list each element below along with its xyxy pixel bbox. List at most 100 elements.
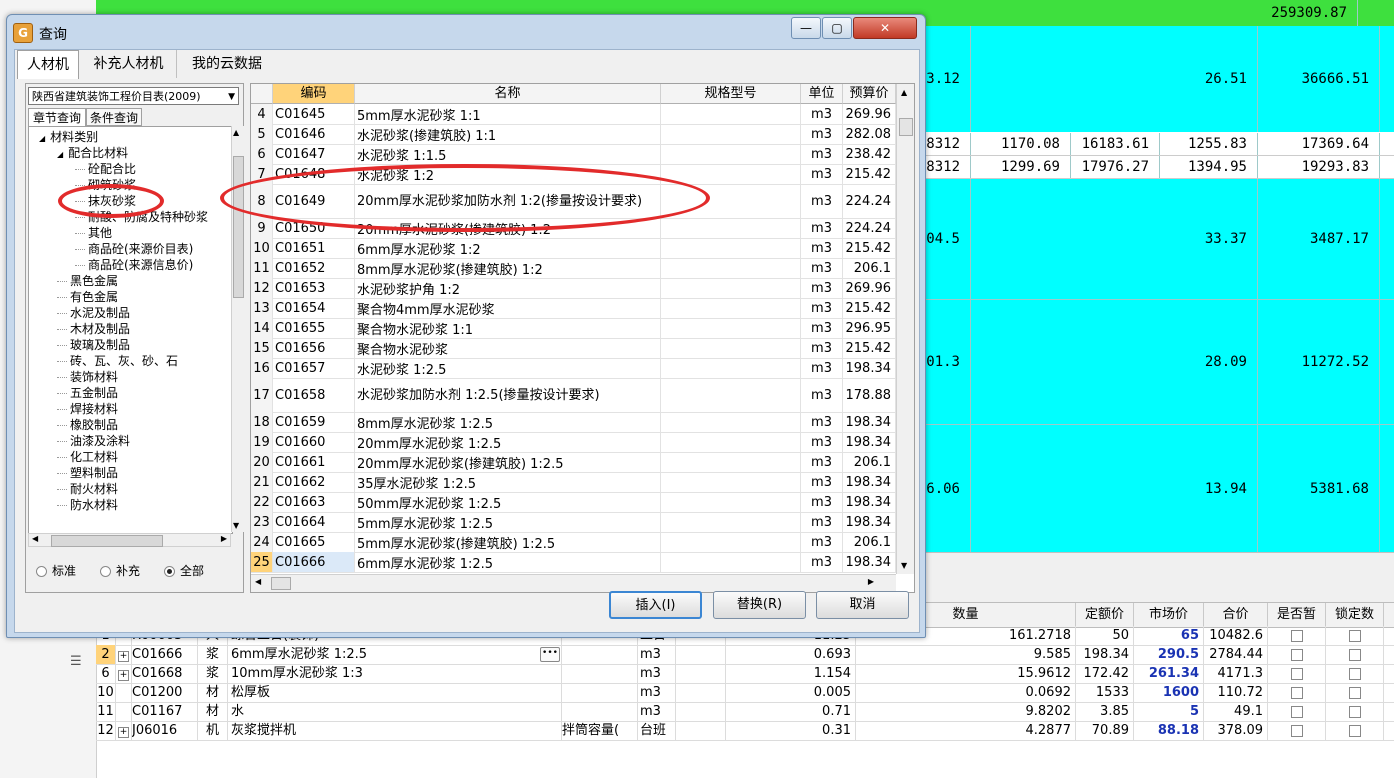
grid-horizontal-scrollbar[interactable]: ◀ ▶ [251, 574, 896, 592]
tree-node[interactable]: 砼配合比 [75, 161, 136, 177]
scroll-thumb[interactable] [271, 577, 291, 590]
replace-button[interactable]: 替换(R) [713, 591, 806, 619]
grid-row[interactable]: 11 C01652 8mm厚水泥砂浆(掺建筑胶) 1:2 m3 206.1 [251, 258, 914, 279]
grid-row[interactable]: 4 C01645 5mm厚水泥砂浆 1:1 m3 269.96 [251, 104, 914, 125]
more-options-button[interactable]: ••• [540, 647, 560, 662]
expand-icon[interactable] [116, 683, 132, 702]
col-total[interactable]: 合价 [1204, 603, 1268, 627]
radio-supplement[interactable]: 补充 [100, 562, 140, 579]
is-temp-checkbox[interactable] [1268, 645, 1326, 664]
grid-row[interactable]: 24 C01665 5mm厚水泥砂浆(掺建筑胶) 1:2.5 m3 206.1 [251, 532, 914, 553]
tree-node[interactable]: 橡胶制品 [57, 417, 118, 433]
grid-row[interactable]: 12 C01653 水泥砂浆护角 1:2 m3 269.96 [251, 278, 914, 299]
insert-button[interactable]: 插入(I) [609, 591, 702, 619]
col-unit-header[interactable]: 单位 [801, 84, 843, 104]
tree-node[interactable]: 砌筑砂浆 [75, 177, 136, 193]
col-code-header[interactable]: 编码 [273, 84, 355, 104]
tree-node[interactable]: ◢ 配合比材料 [57, 145, 128, 161]
tree-node[interactable]: 砖、瓦、灰、砂、石 [57, 353, 178, 369]
minimize-button[interactable]: — [791, 17, 821, 39]
cancel-button[interactable]: 取消 [816, 591, 909, 619]
tree-node[interactable]: ◢ 材料类别 [39, 129, 98, 145]
library-select[interactable]: 陕西省建筑装饰工程价目表(2009) ▼ [28, 87, 239, 105]
table-row[interactable]: 6 + C01668 浆 10mm厚水泥砂浆 1:3 m3 1.154 15.9612 172.… [96, 664, 1394, 684]
scroll-thumb[interactable] [51, 535, 163, 547]
grid-row[interactable]: 18 C01659 8mm厚水泥砂浆 1:2.5 m3 198.34 [251, 412, 914, 433]
expand-icon[interactable]: + [116, 721, 132, 740]
maximize-button[interactable]: ▢ [822, 17, 852, 39]
tree-vertical-scrollbar[interactable]: ▲ ▼ [231, 126, 244, 532]
tree-node[interactable]: 装饰材料 [57, 369, 118, 385]
scroll-down-icon[interactable]: ▼ [901, 561, 907, 570]
grid-row[interactable]: 23 C01664 5mm厚水泥砂浆 1:2.5 m3 198.34 [251, 512, 914, 533]
is-temp-checkbox[interactable] [1268, 664, 1326, 683]
tree-node[interactable]: 五金制品 [57, 385, 118, 401]
tree-node[interactable]: 木材及制品 [57, 321, 130, 337]
is-temp-checkbox[interactable] [1268, 626, 1326, 645]
tree-node[interactable]: 油漆及涂料 [57, 433, 130, 449]
tree-node[interactable]: 商品砼(来源信息价) [75, 257, 193, 273]
table-row[interactable]: 10 C01200 材松厚板 m3 0.005 0.0692 1533 1600 110.72 [96, 683, 1394, 703]
grid-row[interactable]: 20 C01661 20mm厚水泥砂浆(掺建筑胶) 1:2.5 m3 206.1 [251, 452, 914, 473]
tree-node[interactable]: 塑料制品 [57, 465, 118, 481]
tree-node[interactable]: 水泥及制品 [57, 305, 130, 321]
grid-row[interactable]: 22 C01663 50mm厚水泥砂浆 1:2.5 m3 198.34 [251, 492, 914, 513]
tree-horizontal-scrollbar[interactable]: ◀ ▶ [28, 533, 231, 547]
locked-checkbox[interactable] [1326, 702, 1384, 721]
scroll-thumb[interactable] [899, 118, 913, 136]
grid-row[interactable]: 13 C01654 聚合物4mm厚水泥砂浆 m3 215.42 [251, 298, 914, 319]
expand-icon[interactable]: + [116, 645, 132, 664]
expand-icon[interactable]: + [116, 664, 132, 683]
scroll-up-icon[interactable]: ▲ [901, 88, 907, 97]
locked-checkbox[interactable] [1326, 626, 1384, 645]
grid-row[interactable]: 6 C01647 水泥砂浆 1:1.5 m3 238.42 [251, 144, 914, 165]
grid-row[interactable]: 15 C01656 聚合物水泥砂浆 m3 215.42 [251, 338, 914, 359]
is-temp-checkbox[interactable] [1268, 683, 1326, 702]
tree-node[interactable]: 耐火材料 [57, 481, 118, 497]
tree-node[interactable]: 有色金属 [57, 289, 118, 305]
tree-node[interactable]: 抹灰砂浆 [75, 193, 136, 209]
row-menu-icon[interactable]: ☰ [70, 654, 82, 669]
dialog-titlebar[interactable]: G 查询 — ▢ ✕ [7, 15, 925, 49]
grid-row[interactable]: 10 C01651 6mm厚水泥砂浆 1:2 m3 215.42 [251, 238, 914, 259]
radio-standard[interactable]: 标准 [36, 562, 76, 579]
grid-row[interactable]: 7 C01648 水泥砂浆 1:2 m3 215.42 [251, 164, 914, 185]
col-price-header[interactable]: 预算价 [843, 84, 896, 104]
col-locked[interactable]: 锁定数 [1326, 603, 1384, 627]
table-row[interactable]: 2 + C01666 浆 6mm厚水泥砂浆 1:2.5 ••• m3 0.693 9.585 19… [96, 645, 1394, 665]
locked-checkbox[interactable] [1326, 645, 1384, 664]
scroll-left-icon[interactable]: ◀ [32, 534, 38, 543]
radio-all[interactable]: 全部 [164, 562, 204, 579]
col-quota-price[interactable]: 定额价 [1076, 603, 1134, 627]
col-market-price[interactable]: 市场价 [1134, 603, 1204, 627]
grid-row[interactable]: 25 C01666 6mm厚水泥砂浆 1:2.5 m3 198.34 [251, 552, 914, 573]
tree-node[interactable]: 防水材料 [57, 497, 118, 513]
tab-chapter-query[interactable]: 章节查询 [28, 108, 86, 126]
is-temp-checkbox[interactable] [1268, 721, 1326, 740]
col-is-temp[interactable]: 是否暂 [1268, 603, 1326, 627]
tree-node[interactable]: 耐酸、防腐及特种砂浆 [75, 209, 208, 225]
grid-row[interactable]: 19 C01660 20mm厚水泥砂浆 1:2.5 m3 198.34 [251, 432, 914, 453]
grid-row[interactable]: 21 C01662 35厚水泥砂浆 1:2.5 m3 198.34 [251, 472, 914, 493]
is-temp-checkbox[interactable] [1268, 702, 1326, 721]
grid-row[interactable]: 9 C01650 20mm厚水泥砂浆(掺建筑胶) 1:2 m3 224.24 [251, 218, 914, 239]
scroll-down-icon[interactable]: ▼ [233, 521, 239, 530]
locked-checkbox[interactable] [1326, 683, 1384, 702]
tree-node[interactable]: 其他 [75, 225, 112, 241]
tree-node[interactable]: 黑色金属 [57, 273, 118, 289]
tab-condition-query[interactable]: 条件查询 [86, 108, 142, 126]
grid-row[interactable]: 17 C01658 水泥砂浆加防水剂 1:2.5(掺量按设计要求) m3 178.88 [251, 378, 914, 413]
col-spec-header[interactable]: 规格型号 [661, 84, 801, 104]
tree-node[interactable]: 化工材料 [57, 449, 118, 465]
tab-materials[interactable]: 人材机 [17, 50, 79, 79]
scroll-right-icon[interactable]: ▶ [868, 577, 874, 586]
grid-row[interactable]: 16 C01657 水泥砂浆 1:2.5 m3 198.34 [251, 358, 914, 379]
tree-node[interactable]: 商品砼(来源价目表) [75, 241, 193, 257]
locked-checkbox[interactable] [1326, 721, 1384, 740]
tree-node[interactable]: 玻璃及制品 [57, 337, 130, 353]
expand-icon[interactable] [116, 702, 132, 721]
scroll-thumb[interactable] [233, 156, 244, 298]
grid-row[interactable]: 8 C01649 20mm厚水泥砂浆加防水剂 1:2(掺量按设计要求) m3 224.2… [251, 184, 914, 219]
grid-row[interactable]: 14 C01655 聚合物水泥砂浆 1:1 m3 296.95 [251, 318, 914, 339]
locked-checkbox[interactable] [1326, 664, 1384, 683]
